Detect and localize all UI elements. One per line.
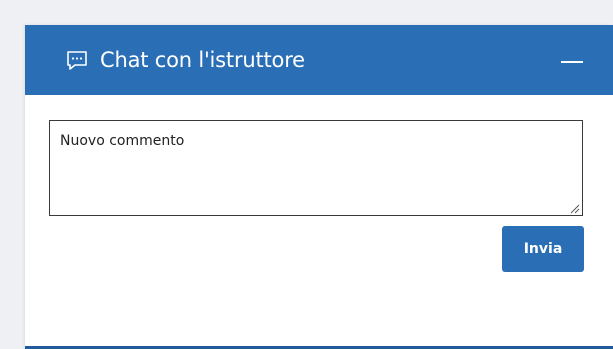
resize-handle-icon[interactable]: [568, 201, 580, 214]
comment-textarea[interactable]: [50, 121, 582, 215]
chat-header: Chat con l'istruttore: [25, 25, 613, 95]
minimize-icon: [561, 61, 583, 63]
send-button[interactable]: Invia: [502, 226, 584, 272]
chat-title: Chat con l'istruttore: [100, 48, 305, 72]
chat-bubble-icon: [65, 49, 89, 73]
instructor-chat-panel: Chat con l'istruttore Invia: [25, 25, 613, 349]
minimize-button[interactable]: [553, 45, 593, 75]
comment-field-container: [49, 120, 583, 216]
